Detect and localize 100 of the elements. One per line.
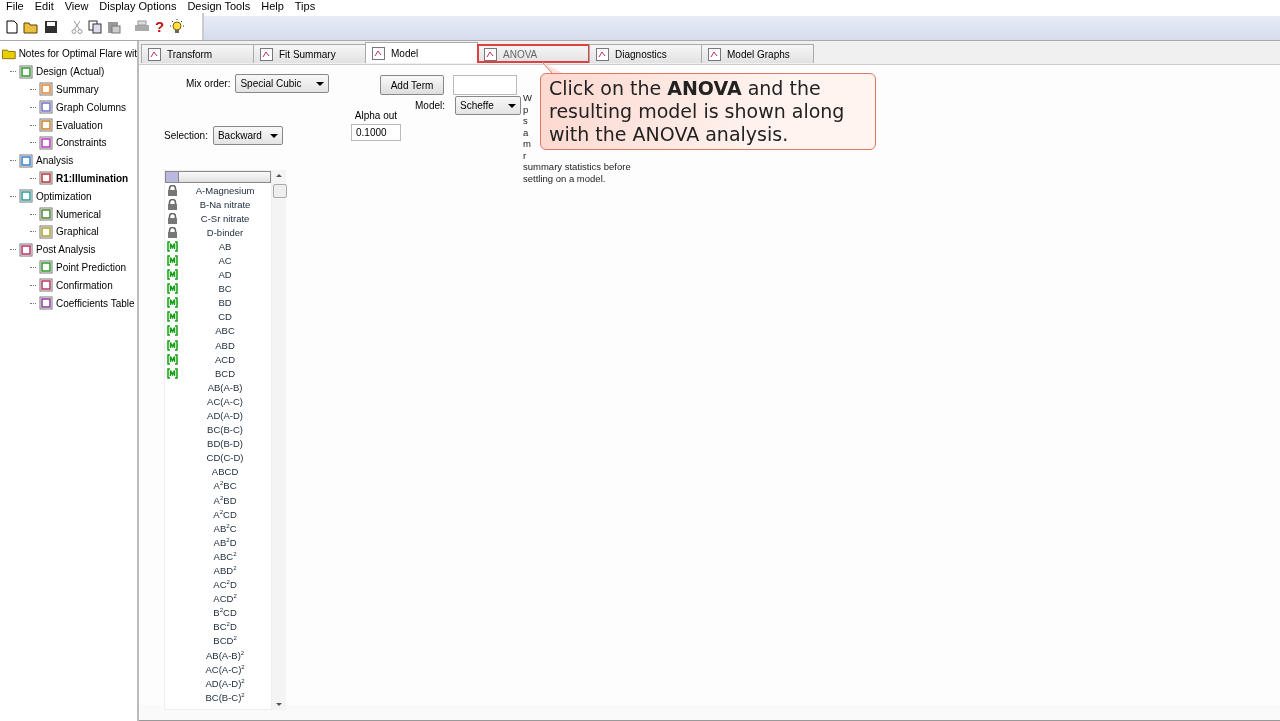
term-item[interactable]: BCD	[179, 367, 272, 379]
add-term-button[interactable]: Add Term	[380, 75, 444, 95]
menu-item[interactable]: Display Options	[93, 0, 182, 13]
term-item[interactable]: AC(A-C)	[179, 395, 272, 407]
tree-item[interactable]: Notes for Optimal Flare wit	[18, 48, 137, 60]
term-item[interactable]: AB$^{2}$D	[179, 536, 272, 548]
help-text: s	[523, 115, 528, 127]
tree-item[interactable]: Numerical	[56, 208, 101, 220]
help-text: W	[523, 92, 532, 104]
document-icon	[39, 278, 53, 293]
document-icon	[39, 296, 53, 311]
term-input[interactable]	[453, 75, 517, 95]
model-dropdown[interactable]: Scheffe	[455, 96, 521, 115]
term-item[interactable]: A$^{2}$BC	[179, 480, 272, 492]
alpha-out-input[interactable]: 0.1000	[351, 124, 401, 141]
tab[interactable]: Fit Summary	[253, 44, 366, 63]
term-item[interactable]: BC(B-C)$^{2}$	[179, 691, 272, 703]
term-item[interactable]: BCD$^{2}$	[179, 635, 272, 647]
tree-item[interactable]: Point Prediction	[56, 261, 127, 273]
tree-item[interactable]: Optimization	[36, 190, 92, 202]
help-text: summary statistics before	[523, 161, 631, 173]
term-item[interactable]: AB$^{2}$C	[179, 522, 272, 534]
menu-item[interactable]: Tips	[288, 0, 321, 13]
help-icon[interactable]: ?	[155, 19, 165, 34]
tab[interactable]: Model	[365, 42, 478, 63]
tree-item[interactable]: Post Analysis	[36, 244, 96, 256]
chart-icon	[148, 47, 161, 61]
term-item[interactable]: BC$^{2}$D	[179, 621, 272, 633]
help-text: a	[523, 126, 529, 138]
term-item[interactable]: CD(C-D)	[179, 452, 272, 464]
term-item[interactable]: BD	[179, 297, 272, 309]
term-item[interactable]: C-Sr nitrate	[179, 212, 272, 224]
tab[interactable]: ANOVA	[477, 44, 590, 63]
tab[interactable]: Diagnostics	[589, 44, 702, 63]
tree-item[interactable]: Summary	[56, 84, 99, 95]
term-item[interactable]: B-Na nitrate	[179, 198, 272, 210]
printer-icon[interactable]	[134, 19, 150, 34]
term-item[interactable]: A-Magnesium	[179, 184, 272, 196]
term-item[interactable]: ACD$^{2}$	[179, 593, 272, 605]
term-item[interactable]: BD(B-D)	[179, 438, 272, 450]
tree-item[interactable]: Graph Columns	[56, 101, 127, 113]
alpha-out-label: Alpha out	[354, 110, 398, 121]
light-bulb-icon[interactable]	[169, 18, 186, 35]
term-item[interactable]: AB(A-B)	[179, 381, 272, 393]
paste-icon[interactable]	[107, 19, 121, 34]
chart-icon	[372, 46, 385, 60]
term-item[interactable]: ABCD	[179, 466, 272, 478]
open-folder-icon[interactable]	[23, 19, 39, 34]
selection-dropdown[interactable]: Backward	[212, 126, 283, 145]
menu-item[interactable]: File	[0, 0, 29, 13]
term-item[interactable]: AC$^{2}$D	[179, 579, 272, 591]
term-item[interactable]: ABC	[179, 325, 272, 337]
tree-item[interactable]: Constraints	[56, 137, 107, 149]
term-item[interactable]: AB(A-B)$^{2}$	[179, 649, 272, 661]
term-item[interactable]: BC	[179, 283, 272, 295]
document-icon	[19, 64, 33, 79]
term-item[interactable]: AD(A-D)	[179, 410, 272, 422]
term-item[interactable]: ACD	[179, 353, 272, 365]
term-item[interactable]: AD	[179, 269, 272, 281]
term-item[interactable]: ABD	[179, 339, 272, 351]
term-item[interactable]: ABD$^{2}$	[179, 565, 272, 577]
scrollbar[interactable]	[272, 170, 286, 710]
tab[interactable]: Model Graphs	[701, 44, 814, 63]
term-item[interactable]: BC(B-C)	[179, 424, 272, 436]
help-text: p	[523, 103, 529, 115]
help-text: settling on a model.	[523, 172, 606, 184]
term-item[interactable]: A$^{2}$CD	[179, 508, 272, 520]
menu-item[interactable]: Help	[255, 0, 289, 13]
mix-order-label: Mix order:	[186, 78, 231, 89]
folder-icon	[2, 47, 16, 60]
copy-icon[interactable]	[88, 19, 102, 34]
menu-item[interactable]: View	[58, 0, 94, 13]
menu-item[interactable]: Edit	[28, 0, 59, 13]
term-item[interactable]: AC(A-C)$^{2}$	[179, 663, 272, 675]
term-item[interactable]: A$^{2}$BD	[179, 494, 272, 506]
tree-item[interactable]: Design (Actual)	[36, 66, 105, 78]
term-item[interactable]: ABC$^{2}$	[179, 550, 272, 563]
tree-item[interactable]: R1:Illumination	[56, 172, 129, 184]
tree-item[interactable]: Coefficients Table	[56, 297, 135, 309]
mix-order-dropdown[interactable]: Special Cubic	[235, 74, 330, 93]
tree-item[interactable]: Evaluation	[56, 119, 103, 131]
term-item[interactable]: AC	[179, 255, 272, 266]
new-file-icon[interactable]	[6, 19, 18, 34]
document-icon	[39, 135, 53, 150]
tree-item[interactable]: Graphical	[56, 226, 99, 238]
save-icon[interactable]	[44, 19, 58, 34]
chart-icon	[708, 47, 721, 61]
term-item[interactable]: AB	[179, 240, 272, 252]
term-item[interactable]: AD(A-D)$^{2}$	[179, 677, 272, 689]
chart-icon	[260, 47, 273, 61]
document-icon	[39, 118, 53, 133]
document-icon	[19, 153, 33, 168]
tree-item[interactable]: Confirmation	[56, 279, 113, 291]
term-item[interactable]: B$^{2}$CD	[179, 607, 272, 619]
term-item[interactable]: CD	[179, 311, 272, 323]
chart-icon	[484, 47, 497, 61]
term-item[interactable]: D-binder	[179, 226, 272, 238]
tree-item[interactable]: Analysis	[36, 155, 74, 167]
menu-item[interactable]: Design Tools	[181, 0, 256, 13]
tab[interactable]: Transform	[141, 44, 254, 63]
